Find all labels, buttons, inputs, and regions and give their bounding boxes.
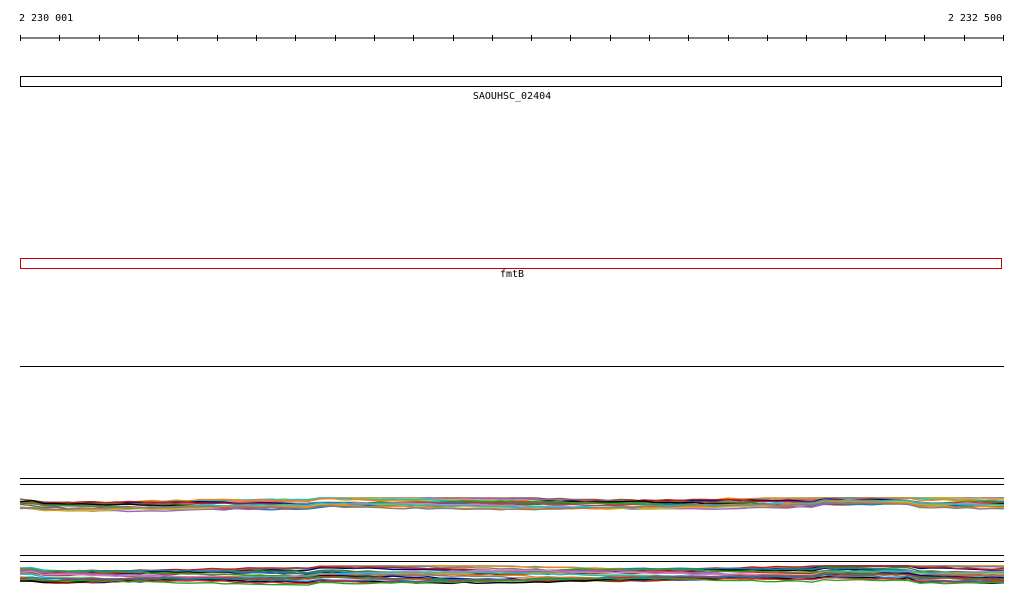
coverage-tracks <box>19 497 1005 586</box>
